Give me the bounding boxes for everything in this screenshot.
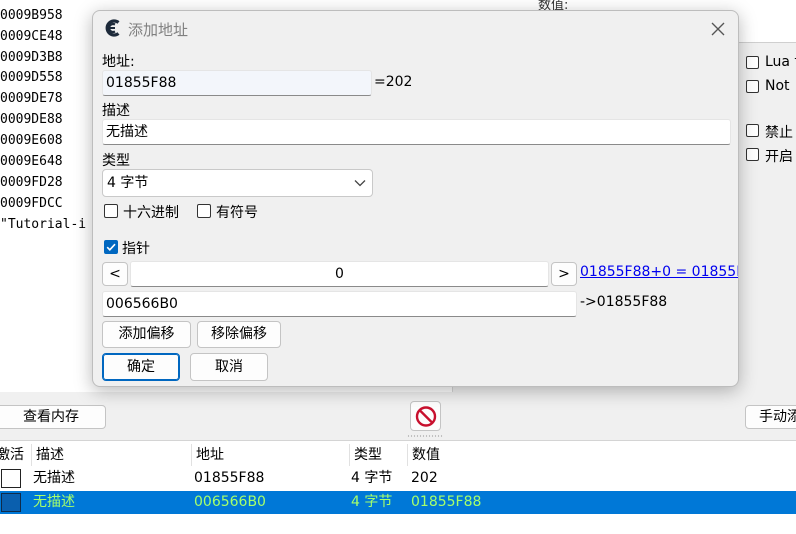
list-item[interactable]: 0009D3B8	[0, 48, 63, 68]
address-result: =202	[374, 74, 413, 90]
row-value: 202	[411, 470, 438, 486]
table-row-selected[interactable]: 无描述 006566B0 4 字节 01855F88	[0, 491, 796, 514]
offset-input[interactable]: 0	[130, 261, 549, 287]
add-address-dialog: 添加地址 地址: 01855F88 =202 描述 无描述 类型 4 字节 十六…	[92, 10, 739, 387]
active-checkbox[interactable]	[1, 469, 21, 488]
address-input[interactable]: 01855F88	[102, 70, 372, 96]
row-description: 无描述	[33, 494, 75, 510]
row-address: 01855F88	[194, 470, 265, 486]
close-icon[interactable]	[709, 20, 727, 38]
add-offset-button[interactable]: 添加偏移	[102, 321, 191, 348]
list-item[interactable]: 0009CE48	[0, 27, 63, 47]
base-address-input[interactable]: 006566B0	[102, 291, 577, 317]
not-label: Not	[765, 78, 790, 94]
enable-checkbox[interactable]	[746, 148, 759, 161]
row-address: 006566B0	[194, 494, 266, 510]
signed-label: 有符号	[216, 205, 258, 221]
list-item[interactable]: 0009E608	[0, 131, 63, 151]
row-description: 无描述	[33, 470, 75, 486]
not-checkbox[interactable]	[746, 80, 759, 93]
description-input[interactable]: 无描述	[102, 119, 731, 145]
ok-button[interactable]: 确定	[102, 353, 180, 381]
address-label: 地址:	[102, 54, 135, 70]
enable-label: 开启	[765, 149, 793, 165]
hexadecimal-checkbox[interactable]	[104, 204, 118, 218]
checkmark-icon	[106, 243, 116, 251]
view-memory-button[interactable]: 查看内存	[0, 405, 106, 429]
mid-toolbar	[0, 392, 796, 438]
pointer-checkbox[interactable]	[104, 240, 118, 254]
lua-formula-checkbox[interactable]	[746, 56, 759, 69]
column-header-description[interactable]: 描述	[31, 444, 191, 466]
column-header-active[interactable]: 激活	[0, 444, 31, 466]
cheat-engine-logo-icon	[105, 19, 120, 37]
lua-formula-label: Lua f	[765, 54, 796, 70]
description-label: 描述	[102, 103, 130, 119]
add-address-manually-button[interactable]: 手动添	[745, 405, 796, 429]
table-row[interactable]: 无描述 01855F88 4 字节 202	[0, 467, 796, 490]
clear-list-button[interactable]	[410, 401, 441, 431]
row-type: 4 字节	[351, 470, 393, 486]
list-item[interactable]: 0009E648	[0, 152, 63, 172]
column-header-address[interactable]: 地址	[191, 444, 349, 466]
list-item[interactable]: 0009FD28	[0, 173, 63, 193]
list-item[interactable]: "Tutorial-i	[0, 215, 86, 235]
type-label: 类型	[102, 153, 130, 169]
splitter-handle[interactable]	[407, 435, 443, 437]
offset-result-link[interactable]: 01855F88+0 = 01855F	[580, 264, 738, 280]
remove-offset-button[interactable]: 移除偏移	[197, 321, 281, 348]
offset-decrease-button[interactable]: <	[102, 262, 128, 286]
hexadecimal-label: 十六进制	[123, 205, 179, 221]
signed-checkbox[interactable]	[197, 204, 211, 218]
column-header-value[interactable]: 数值	[407, 444, 796, 466]
column-header-type[interactable]: 类型	[349, 444, 407, 466]
list-item[interactable]: 0009DE78	[0, 89, 63, 109]
type-selected-value: 4 字节	[107, 175, 149, 191]
type-select[interactable]: 4 字节	[102, 169, 373, 197]
pointer-label: 指针	[122, 241, 150, 257]
cancel-button[interactable]: 取消	[190, 353, 268, 381]
dialog-title: 添加地址	[128, 21, 189, 39]
base-address-result: ->01855F88	[580, 294, 668, 310]
list-item[interactable]: 0009D558	[0, 68, 63, 88]
list-item[interactable]: 0009B958	[0, 6, 63, 26]
active-checkbox[interactable]	[1, 493, 21, 512]
no-entry-icon	[415, 406, 437, 427]
chevron-down-icon	[354, 180, 366, 187]
list-item[interactable]: 0009DE88	[0, 110, 63, 130]
value-input[interactable]	[738, 16, 796, 43]
row-value: 01855F88	[411, 494, 482, 510]
offset-increase-button[interactable]: >	[551, 262, 577, 286]
list-item[interactable]: 0009FDCC	[0, 194, 63, 214]
disable-label: 禁止	[765, 125, 793, 141]
disable-checkbox[interactable]	[746, 124, 759, 137]
row-type: 4 字节	[351, 494, 393, 510]
